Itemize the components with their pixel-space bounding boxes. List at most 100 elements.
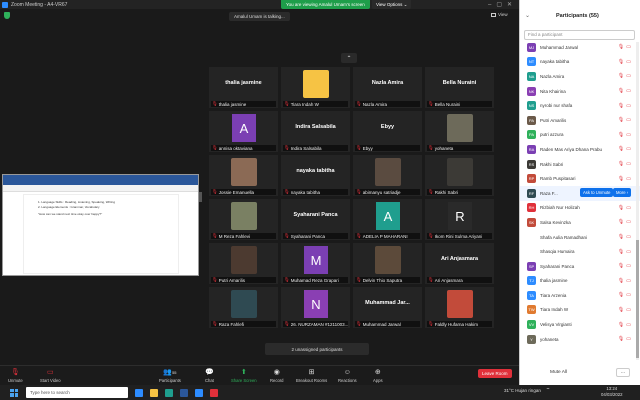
participant-row[interactable]: NS nyrobi nur shafa 🎙▭ [520,98,640,113]
chat-button[interactable]: 💬 Chat [205,369,214,383]
participant-name: Muhammad Jarwal [540,44,579,50]
view-button[interactable]: View [491,12,508,17]
participant-row[interactable]: RH Rizbiah Nur Holizah 🎙▭ [520,201,640,216]
video-tile[interactable]: Muhammad Jar... 🎙 Muhammad Jarwal [353,287,422,328]
video-tile[interactable]: A 🎙 annisa oktaviana [209,111,278,152]
video-tile[interactable]: Nazla Amira 🎙 Nazla Amira [353,67,422,108]
participant-row[interactable]: NT nayaka tabitha 🎙▭ [520,55,640,70]
security-shield-icon[interactable] [4,12,10,19]
start-video-button[interactable]: ▭ Start Video [40,369,61,383]
edge-icon[interactable] [165,388,173,397]
share-screen-button[interactable]: ⬆ Share Screen [231,369,257,383]
record-button[interactable]: ◉ Record [270,369,284,383]
avatar: N [304,290,328,318]
participant-name: Tiara Indah W [290,101,319,107]
participant-row[interactable]: RA Raden Mas Ariya Dhana Prabu 🎙▭ [520,142,640,157]
video-tile[interactable]: 🎙 M Reza Fahlevi [209,199,278,240]
taskbar-clock[interactable]: 13:24 04/03/2022 [601,386,623,397]
video-tile[interactable]: M 🎙 Muhamad Reza Grapari [281,243,350,284]
video-tile[interactable]: N 🎙 26. NURZAMAN #1211003... [281,287,350,328]
video-tile[interactable]: Ari Anjasmara 🎙 Ari Anjasmara [425,243,494,284]
unassigned-participants-notice[interactable]: 2 unassigned participants [265,343,369,355]
task-view-icon[interactable] [135,388,143,397]
breakout-rooms-icon: ⊞ [308,369,315,376]
shared-screen-thumbnail[interactable]: 1. Language Skills : Reading, Listening,… [2,174,199,276]
muted-status-icons: 🎙▭ [617,161,633,168]
more-options-button[interactable]: ... [616,368,630,377]
participant-row[interactable]: RP Ramb Puspitasari 🎙▭ [520,171,640,186]
video-tile[interactable]: 🎙 Delvin Thio Saputra [353,243,422,284]
scrollbar-thumb[interactable] [636,240,639,358]
tile-display-name: Ebyy [380,124,395,130]
video-tile[interactable]: 🎙 Tiara Indah W [281,67,350,108]
video-tile[interactable]: 🎙 abimanyu satriadje [353,155,422,196]
participant-row[interactable]: Shafa Aulia Ramadhani 🎙▭ [520,230,640,245]
weather-widget[interactable]: 31°C Hujan ringan [504,388,541,393]
microphone-muted-icon: 🎙 [356,145,362,150]
video-tile[interactable]: Ebyy 🎙 Ebyy [353,111,422,152]
leave-room-button[interactable]: Leave Room [478,369,512,378]
participant-row[interactable]: NK Nita Khairina 🎙▭ [520,84,640,99]
video-tile[interactable]: 🎙 Raza Fahlefi [209,287,278,328]
maximize-icon[interactable]: ▢ [496,1,502,8]
microphone-muted-icon: 🎙 [212,145,218,150]
participant-name: Shasqia Humaira [540,249,575,255]
video-tile[interactable]: 🎙 Jossie Emanuella [209,155,278,196]
video-tile[interactable]: 🎙 Rakhi Sabri [425,155,494,196]
muted-status-icons: 🎙▭ [617,88,633,95]
ask-to-unmute-button[interactable]: Ask to Unmute [580,187,614,197]
profile-photo [375,246,401,274]
tile-name-label: 🎙 Putri Amarilis [211,277,276,283]
windows-start-icon[interactable] [10,388,18,397]
zoom-taskbar-icon[interactable] [195,388,203,397]
collapse-icon[interactable]: ⌄ [525,12,530,19]
chevron-up-icon[interactable]: ⌃ [341,53,357,63]
video-tile[interactable]: Bella Nuraini 🎙 Bella Nuraini [425,67,494,108]
video-tile[interactable]: 🎙 yohaneta [425,111,494,152]
word-icon[interactable] [180,388,188,397]
participant-row[interactable]: RS Rakhi Sabri 🎙▭ [520,157,640,172]
breakout-rooms-button[interactable]: ⊞ Breakout Rooms [296,369,327,383]
participant-name: Faldly Hufarna Hakim [434,321,478,327]
taskbar-search-input[interactable]: Type here to search [26,387,128,398]
mute-all-button[interactable]: Mute All [550,370,567,375]
participant-row[interactable]: NA Nazla Amira 🎙▭ [520,69,640,84]
unmute-button[interactable]: 🎙 Unmute [8,369,23,383]
apps-button[interactable]: ⊕ Apps [373,369,383,383]
more-button[interactable]: More › [613,187,632,197]
tile-name-label: 🎙 Tiara Indah W [283,101,348,107]
video-tile[interactable]: Indira Salsabila 🎙 Indira Salsabila [281,111,350,152]
profile-photo [231,290,257,318]
video-tile[interactable]: Syaharani Panca 🎙 Syaharani Panca [281,199,350,240]
participant-row[interactable]: TW Tiara Indah W 🎙▭ [520,303,640,318]
avatar: PA [527,115,536,125]
video-tile[interactable]: R 🎙 Ikom Rini Sulma Ariyani [425,199,494,240]
video-tile[interactable]: thalia jasmine 🎙 thalia jasmine [209,67,278,108]
video-tile[interactable]: nayaka tabitha 🎙 nayaka tabitha [281,155,350,196]
file-explorer-icon[interactable] [150,388,158,397]
close-icon[interactable]: ✕ [507,1,512,8]
participant-row[interactable]: SK Salsa Kevinzka 🎙▭ [520,215,640,230]
participant-row[interactable]: MJ Muhammad Jarwal 🎙▭ [520,40,640,55]
participant-row[interactable]: TJ thalia jasmine 🎙▭ [520,274,640,289]
participant-row[interactable]: Shasqia Humaira 🎙▭ [520,244,640,259]
video-tile[interactable]: 🎙 Putri Amarilis [209,243,278,284]
video-tile[interactable]: A 🎙 ADELIA P MAHARANI [353,199,422,240]
participant-row[interactable]: Yyohaneta 🎙▭ [520,332,640,347]
participants-button[interactable]: 👥55 Participants [159,369,181,383]
chrome-icon[interactable] [210,388,218,397]
participant-row[interactable]: SP Syaharani Panca 🎙▭ [520,259,640,274]
participant-search-input[interactable]: Find a participant [524,30,635,40]
reactions-button[interactable]: ☺ Reactions [338,369,357,383]
doc-line: 1. Language Skills : Reading, Listening,… [38,200,115,204]
participant-row[interactable]: TA Tiara Arzenia 🎙▭ [520,288,640,303]
participant-row[interactable]: RF Raza F... Ask to Unmute More › [520,185,640,201]
view-options-button[interactable]: View Options ⌄ [372,0,412,9]
video-tile[interactable]: 🎙 Faldly Hufarna Hakim [425,287,494,328]
participant-row[interactable]: VV Velisya Virgianti 🎙▭ [520,317,640,332]
participant-row[interactable]: PA putri azzura 🎙▭ [520,128,640,143]
participant-row[interactable]: PA Putri Amarilis 🎙▭ [520,113,640,128]
minimize-icon[interactable]: – [488,2,491,8]
wifi-icon[interactable]: ⌔ [546,387,550,393]
splitter-handle[interactable] [199,192,202,202]
